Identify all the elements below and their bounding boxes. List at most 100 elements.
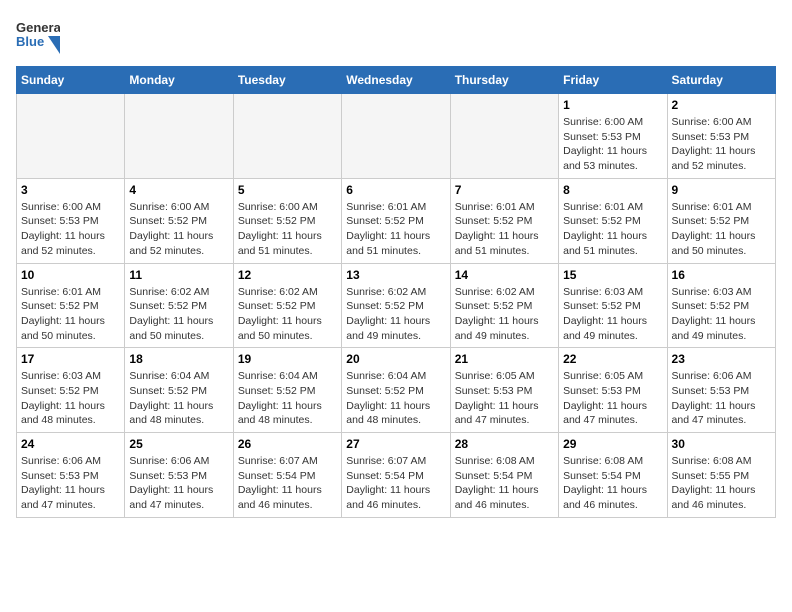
day-info: Sunrise: 6:04 AM Sunset: 5:52 PM Dayligh… xyxy=(129,369,228,428)
calendar-day: 17 Sunrise: 6:03 AM Sunset: 5:52 PM Dayli… xyxy=(17,348,125,433)
day-number: 9 xyxy=(672,183,771,197)
calendar-day: 10Sunrise: 6:01 AM Sunset: 5:52 PM Dayli… xyxy=(17,263,125,348)
day-number: 15 xyxy=(563,268,662,282)
day-info: Sunrise: 6:02 AM Sunset: 5:52 PM Dayligh… xyxy=(238,285,337,344)
day-info: Sunrise: 6:03 AM Sunset: 5:52 PM Dayligh… xyxy=(21,369,120,428)
day-info: Sunrise: 6:03 AM Sunset: 5:52 PM Dayligh… xyxy=(672,285,771,344)
calendar-day: 22 Sunrise: 6:05 AM Sunset: 5:53 PM Dayli… xyxy=(559,348,667,433)
weekday-header-thursday: Thursday xyxy=(450,67,558,94)
weekday-header-wednesday: Wednesday xyxy=(342,67,450,94)
calendar-day xyxy=(17,94,125,179)
calendar-day: 19 Sunrise: 6:04 AM Sunset: 5:52 PM Dayli… xyxy=(233,348,341,433)
day-info: Sunrise: 6:00 AM Sunset: 5:53 PM Dayligh… xyxy=(672,115,771,174)
day-info: Sunrise: 6:00 AM Sunset: 5:52 PM Dayligh… xyxy=(129,200,228,259)
day-number: 13 xyxy=(346,268,445,282)
day-info: Sunrise: 6:01 AM Sunset: 5:52 PM Dayligh… xyxy=(21,285,120,344)
day-info: Sunrise: 6:02 AM Sunset: 5:52 PM Dayligh… xyxy=(129,285,228,344)
day-number: 21 xyxy=(455,352,554,366)
day-info: Sunrise: 6:07 AM Sunset: 5:54 PM Dayligh… xyxy=(346,454,445,513)
calendar-day: 11 Sunrise: 6:02 AM Sunset: 5:52 PM Dayli… xyxy=(125,263,233,348)
day-number: 19 xyxy=(238,352,337,366)
day-number: 30 xyxy=(672,437,771,451)
day-info: Sunrise: 6:06 AM Sunset: 5:53 PM Dayligh… xyxy=(21,454,120,513)
calendar-day: 24 Sunrise: 6:06 AM Sunset: 5:53 PM Dayli… xyxy=(17,433,125,518)
calendar-day: 21 Sunrise: 6:05 AM Sunset: 5:53 PM Dayli… xyxy=(450,348,558,433)
day-info: Sunrise: 6:03 AM Sunset: 5:52 PM Dayligh… xyxy=(563,285,662,344)
calendar-day: 25 Sunrise: 6:06 AM Sunset: 5:53 PM Dayli… xyxy=(125,433,233,518)
calendar-day: 16 Sunrise: 6:03 AM Sunset: 5:52 PM Dayli… xyxy=(667,263,775,348)
day-info: Sunrise: 6:02 AM Sunset: 5:52 PM Dayligh… xyxy=(455,285,554,344)
calendar-week-5: 24 Sunrise: 6:06 AM Sunset: 5:53 PM Dayli… xyxy=(17,433,776,518)
day-info: Sunrise: 6:08 AM Sunset: 5:54 PM Dayligh… xyxy=(563,454,662,513)
day-info: Sunrise: 6:01 AM Sunset: 5:52 PM Dayligh… xyxy=(672,200,771,259)
weekday-header-tuesday: Tuesday xyxy=(233,67,341,94)
day-info: Sunrise: 6:06 AM Sunset: 5:53 PM Dayligh… xyxy=(129,454,228,513)
calendar-day: 18 Sunrise: 6:04 AM Sunset: 5:52 PM Dayli… xyxy=(125,348,233,433)
day-number: 20 xyxy=(346,352,445,366)
day-number: 14 xyxy=(455,268,554,282)
weekday-header-friday: Friday xyxy=(559,67,667,94)
day-info: Sunrise: 6:01 AM Sunset: 5:52 PM Dayligh… xyxy=(455,200,554,259)
day-info: Sunrise: 6:00 AM Sunset: 5:53 PM Dayligh… xyxy=(563,115,662,174)
day-number: 22 xyxy=(563,352,662,366)
calendar-day: 28 Sunrise: 6:08 AM Sunset: 5:54 PM Dayli… xyxy=(450,433,558,518)
calendar-day: 14 Sunrise: 6:02 AM Sunset: 5:52 PM Dayli… xyxy=(450,263,558,348)
calendar-day xyxy=(125,94,233,179)
calendar-day: 26 Sunrise: 6:07 AM Sunset: 5:54 PM Dayli… xyxy=(233,433,341,518)
calendar-day: 27 Sunrise: 6:07 AM Sunset: 5:54 PM Dayli… xyxy=(342,433,450,518)
calendar-day: 30 Sunrise: 6:08 AM Sunset: 5:55 PM Dayli… xyxy=(667,433,775,518)
day-info: Sunrise: 6:05 AM Sunset: 5:53 PM Dayligh… xyxy=(455,369,554,428)
day-info: Sunrise: 6:08 AM Sunset: 5:55 PM Dayligh… xyxy=(672,454,771,513)
day-number: 12 xyxy=(238,268,337,282)
calendar-day: 29 Sunrise: 6:08 AM Sunset: 5:54 PM Dayli… xyxy=(559,433,667,518)
day-info: Sunrise: 6:00 AM Sunset: 5:52 PM Dayligh… xyxy=(238,200,337,259)
day-info: Sunrise: 6:08 AM Sunset: 5:54 PM Dayligh… xyxy=(455,454,554,513)
logo: General Blue xyxy=(16,16,60,56)
day-info: Sunrise: 6:05 AM Sunset: 5:53 PM Dayligh… xyxy=(563,369,662,428)
day-number: 26 xyxy=(238,437,337,451)
calendar-day: 4 Sunrise: 6:00 AM Sunset: 5:52 PM Daylig… xyxy=(125,178,233,263)
day-number: 8 xyxy=(563,183,662,197)
calendar-day xyxy=(342,94,450,179)
day-number: 3 xyxy=(21,183,120,197)
weekday-header-sunday: Sunday xyxy=(17,67,125,94)
day-number: 16 xyxy=(672,268,771,282)
day-number: 25 xyxy=(129,437,228,451)
calendar-week-1: 1Sunrise: 6:00 AM Sunset: 5:53 PM Daylig… xyxy=(17,94,776,179)
day-number: 28 xyxy=(455,437,554,451)
day-number: 4 xyxy=(129,183,228,197)
weekday-header-saturday: Saturday xyxy=(667,67,775,94)
day-number: 29 xyxy=(563,437,662,451)
day-number: 7 xyxy=(455,183,554,197)
day-info: Sunrise: 6:04 AM Sunset: 5:52 PM Dayligh… xyxy=(238,369,337,428)
calendar-day: 13Sunrise: 6:02 AM Sunset: 5:52 PM Dayli… xyxy=(342,263,450,348)
calendar-day: 8Sunrise: 6:01 AM Sunset: 5:52 PM Daylig… xyxy=(559,178,667,263)
calendar-day: 7 Sunrise: 6:01 AM Sunset: 5:52 PM Daylig… xyxy=(450,178,558,263)
weekday-header-monday: Monday xyxy=(125,67,233,94)
calendar-day xyxy=(233,94,341,179)
calendar-day: 2 Sunrise: 6:00 AM Sunset: 5:53 PM Daylig… xyxy=(667,94,775,179)
calendar-day: 12 Sunrise: 6:02 AM Sunset: 5:52 PM Dayli… xyxy=(233,263,341,348)
day-number: 17 xyxy=(21,352,120,366)
calendar-day: 3 Sunrise: 6:00 AM Sunset: 5:53 PM Daylig… xyxy=(17,178,125,263)
day-info: Sunrise: 6:04 AM Sunset: 5:52 PM Dayligh… xyxy=(346,369,445,428)
calendar-day xyxy=(450,94,558,179)
calendar-day: 6Sunrise: 6:01 AM Sunset: 5:52 PM Daylig… xyxy=(342,178,450,263)
day-number: 5 xyxy=(238,183,337,197)
day-info: Sunrise: 6:07 AM Sunset: 5:54 PM Dayligh… xyxy=(238,454,337,513)
calendar-day: 23Sunrise: 6:06 AM Sunset: 5:53 PM Dayli… xyxy=(667,348,775,433)
calendar-table: SundayMondayTuesdayWednesdayThursdayFrid… xyxy=(16,66,776,518)
calendar-day: 1Sunrise: 6:00 AM Sunset: 5:53 PM Daylig… xyxy=(559,94,667,179)
day-number: 18 xyxy=(129,352,228,366)
day-info: Sunrise: 6:01 AM Sunset: 5:52 PM Dayligh… xyxy=(346,200,445,259)
day-number: 24 xyxy=(21,437,120,451)
day-number: 11 xyxy=(129,268,228,282)
calendar-week-2: 3 Sunrise: 6:00 AM Sunset: 5:53 PM Daylig… xyxy=(17,178,776,263)
calendar-week-4: 17 Sunrise: 6:03 AM Sunset: 5:52 PM Dayli… xyxy=(17,348,776,433)
calendar-day: 5 Sunrise: 6:00 AM Sunset: 5:52 PM Daylig… xyxy=(233,178,341,263)
day-info: Sunrise: 6:00 AM Sunset: 5:53 PM Dayligh… xyxy=(21,200,120,259)
page-header: General Blue xyxy=(16,16,776,56)
day-number: 27 xyxy=(346,437,445,451)
calendar-day: 20 Sunrise: 6:04 AM Sunset: 5:52 PM Dayli… xyxy=(342,348,450,433)
day-number: 2 xyxy=(672,98,771,112)
